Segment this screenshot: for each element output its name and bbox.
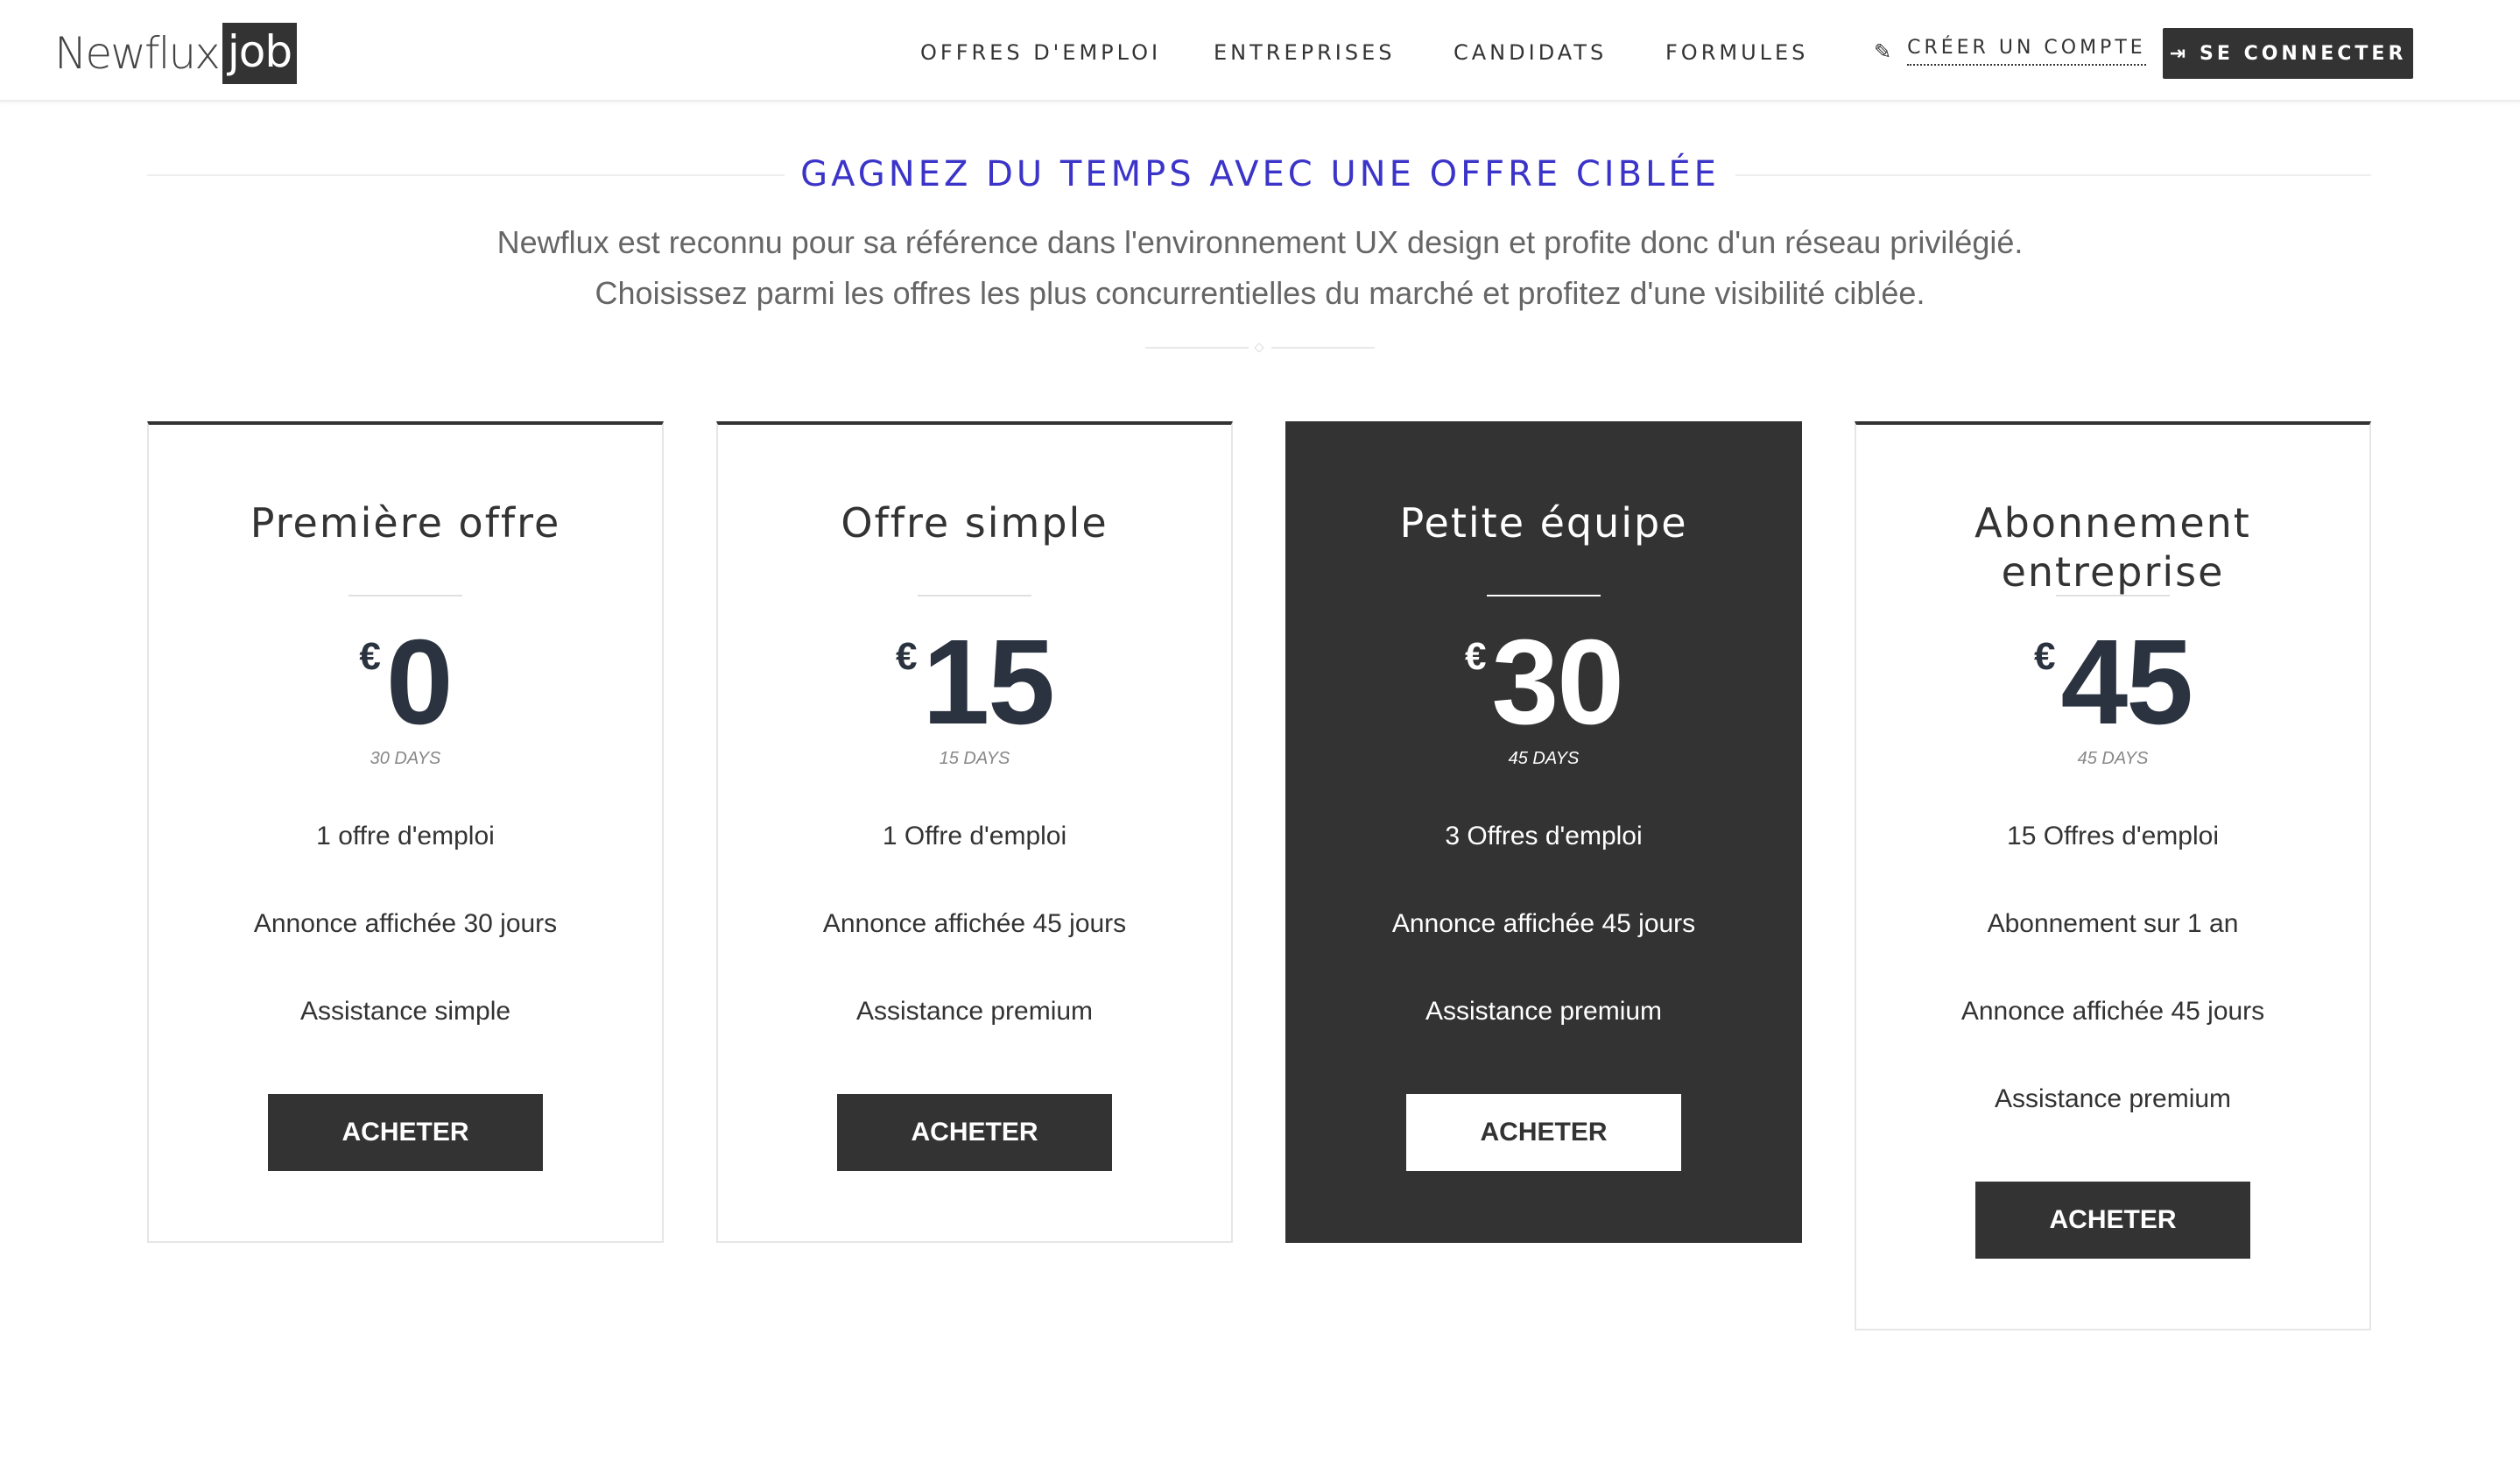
plan-feature: Annonce affichée 45 jours	[1391, 909, 1696, 938]
intro-text: Newflux est reconnu pour sa référence da…	[0, 217, 2520, 319]
plan-price: € 30	[1287, 621, 1800, 744]
plan-feature: Assistance premium	[1994, 1084, 2232, 1113]
plan-period: 15 DAYS	[939, 749, 1010, 768]
price-amount: 30	[1491, 615, 1623, 750]
plan-feature: Assistance simple	[299, 997, 511, 1026]
plan-title: Offre simple	[841, 499, 1109, 547]
plan-price: € 15	[718, 621, 1231, 744]
intro-line-2: Choisissez parmi les offres les plus con…	[595, 275, 1925, 311]
plan-feature: Annonce affichée 45 jours	[1960, 997, 2265, 1026]
plan-title: Petite équipe	[1399, 499, 1688, 547]
buy-button[interactable]: ACHETER	[1975, 1182, 2250, 1259]
plan-separator	[348, 595, 462, 596]
plan-feature: Annonce affichée 45 jours	[822, 909, 1127, 938]
create-account-link[interactable]: ✎ CRÉER UN COMPTE	[1874, 37, 2146, 66]
site-header: Newflux job OFFRES D'EMPLOI ENTREPRISES …	[0, 0, 2520, 102]
nav-candidates[interactable]: CANDIDATS	[1454, 40, 1607, 65]
buy-button[interactable]: ACHETER	[1406, 1094, 1681, 1171]
plan-features: 3 Offres d'emploi Annonce affichée 45 jo…	[1287, 821, 1800, 1083]
nav-companies[interactable]: ENTREPRISES	[1214, 40, 1395, 65]
sign-in-icon: ⇥	[2169, 42, 2190, 65]
pencil-icon: ✎	[1874, 39, 1896, 64]
section-title: GAGNEZ DU TEMPS AVEC UNE OFFRE CIBLÉE	[800, 154, 1720, 194]
plan-features: 15 Offres d'emploi Abonnement sur 1 an A…	[1856, 821, 2369, 1171]
plan-period: 45 DAYS	[2077, 749, 2149, 768]
plan-feature: 3 Offres d'emploi	[1445, 822, 1643, 850]
plan-feature: 1 offre d'emploi	[316, 822, 495, 850]
price-amount: 0	[385, 615, 454, 750]
plan-feature: Assistance premium	[1425, 997, 1663, 1026]
nav-job-offers[interactable]: OFFRES D'EMPLOI	[920, 40, 1161, 65]
euro-symbol: €	[1465, 635, 1487, 678]
plan-price: € 45	[1856, 621, 2369, 744]
create-account-label: CRÉER UN COMPTE	[1907, 37, 2146, 66]
plan-feature: 1 Offre d'emploi	[882, 822, 1067, 850]
plan-price: € 0	[149, 621, 662, 744]
ornament-divider	[1145, 342, 1375, 353]
euro-symbol: €	[359, 635, 381, 678]
plan-card-first-offer: Première offre € 0 30 DAYS 1 offre d'emp…	[147, 421, 664, 1243]
price-amount: 45	[2060, 615, 2193, 750]
plan-title: Première offre	[250, 499, 561, 547]
euro-symbol: €	[2034, 635, 2056, 678]
plan-separator	[918, 595, 1031, 596]
plan-card-simple-offer: Offre simple € 15 15 DAYS 1 Offre d'empl…	[716, 421, 1233, 1243]
plan-features: 1 offre d'emploi Annonce affichée 30 jou…	[149, 821, 662, 1083]
plan-feature: Annonce affichée 30 jours	[253, 909, 558, 938]
plan-features: 1 Offre d'emploi Annonce affichée 45 jou…	[718, 821, 1231, 1083]
login-button[interactable]: ⇥ SE CONNECTER	[2163, 28, 2413, 79]
plan-title: Abonnement entreprise	[1974, 499, 2251, 596]
plan-separator	[1487, 595, 1601, 596]
buy-button[interactable]: ACHETER	[837, 1094, 1112, 1171]
price-amount: 15	[922, 615, 1054, 750]
login-label: SE CONNECTER	[2200, 42, 2407, 65]
plan-feature: Assistance premium	[855, 997, 1094, 1026]
plan-card-small-team: Petite équipe € 30 45 DAYS 3 Offres d'em…	[1285, 421, 1802, 1243]
plan-feature: Abonnement sur 1 an	[1987, 909, 2239, 938]
plan-period: 45 DAYS	[1508, 749, 1580, 768]
euro-symbol: €	[896, 635, 918, 678]
intro-line-1: Newflux est reconnu pour sa référence da…	[496, 224, 2024, 260]
buy-button[interactable]: ACHETER	[268, 1094, 543, 1171]
plan-period: 30 DAYS	[370, 749, 441, 768]
plan-feature: 15 Offres d'emploi	[2007, 822, 2219, 850]
nav-plans[interactable]: FORMULES	[1665, 40, 1808, 65]
plan-card-enterprise: Abonnement entreprise € 45 45 DAYS 15 Of…	[1855, 421, 2371, 1330]
